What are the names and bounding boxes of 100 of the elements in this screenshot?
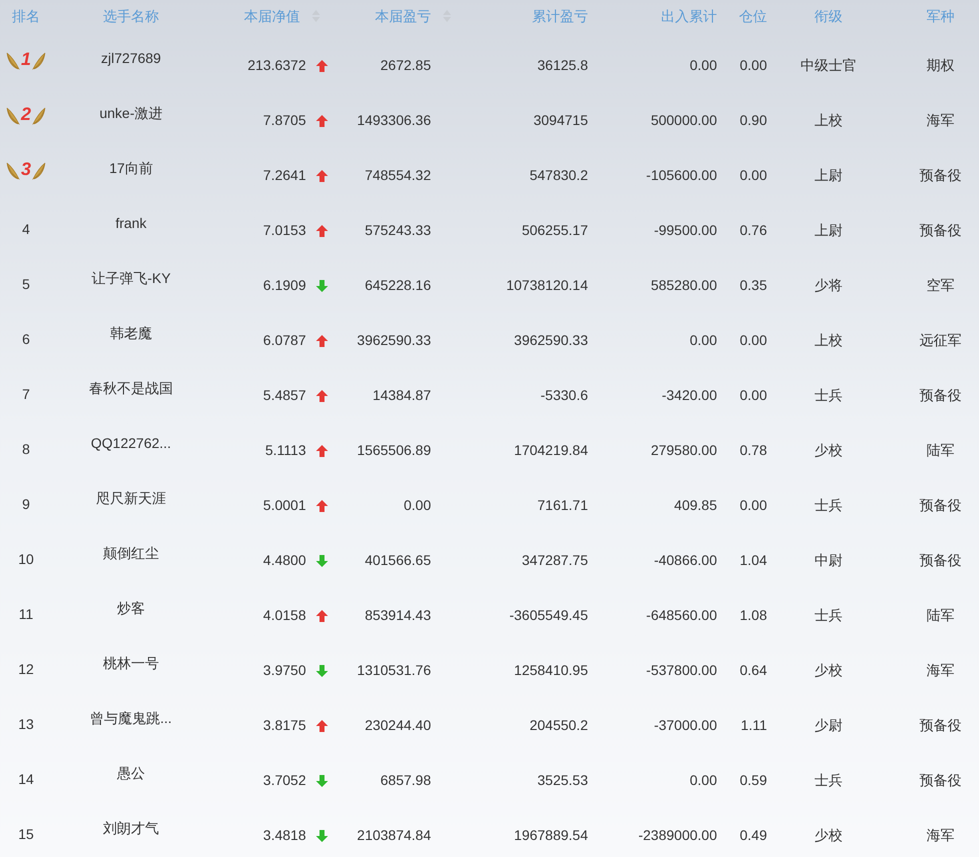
player-name[interactable]: 韩老魔 xyxy=(110,323,152,344)
table-cell-text: 空军 xyxy=(926,276,954,295)
player-name[interactable]: unke-激进 xyxy=(99,103,163,124)
rank-number: 5 xyxy=(22,275,30,294)
table-cell-text: 0.00 xyxy=(740,56,767,75)
table-cell-text: 3962590.33 xyxy=(514,331,588,350)
table-cell-text: 预备役 xyxy=(920,386,962,405)
rank-number: 13 xyxy=(18,715,34,734)
table-cell-text: 士兵 xyxy=(814,496,842,515)
table-cell-text: 347287.75 xyxy=(522,551,588,570)
table-cell-text: 0.00 xyxy=(690,771,717,790)
table-cell-text: 204550.2 xyxy=(530,716,588,735)
column-header: 排名 xyxy=(12,6,40,26)
table-cell-text: 748554.32 xyxy=(364,166,431,185)
player-name[interactable]: 17向前 xyxy=(109,158,153,179)
table-cell-text: 士兵 xyxy=(814,386,842,405)
table-cell-text: 3.7052 xyxy=(263,771,306,790)
table-cell-text: 0.64 xyxy=(740,661,767,680)
table-cell-text: 预备役 xyxy=(920,496,962,515)
table-cell-text: 7.0153 xyxy=(263,221,306,240)
table-cell-text: 海军 xyxy=(926,111,954,130)
table-cell-text: -648560.00 xyxy=(646,606,717,625)
table-cell-text: 213.6372 xyxy=(248,56,306,75)
table-cell-text: 5.1113 xyxy=(265,441,306,460)
table-cell-text: 少校 xyxy=(814,441,842,460)
table-cell-text: 士兵 xyxy=(814,771,842,790)
player-name[interactable]: zjl727689 xyxy=(101,48,161,69)
table-cell-text: 1258410.95 xyxy=(514,661,588,680)
table-cell-text: 230244.40 xyxy=(364,716,431,735)
table-cell-text: 3.9750 xyxy=(263,661,306,680)
table-cell-text: 0.00 xyxy=(690,56,717,75)
table-cell-text: 1493306.36 xyxy=(357,111,431,130)
table-cell-text: -99500.00 xyxy=(654,221,717,240)
table-cell-text: 5.4857 xyxy=(263,386,306,405)
table-cell-text: 1.11 xyxy=(740,716,767,735)
table-cell-text: 0.00 xyxy=(740,386,767,405)
player-name[interactable]: 曾与魔鬼跳... xyxy=(90,708,172,729)
table-cell-text: 6857.98 xyxy=(380,771,431,790)
rank-number: 7 xyxy=(22,385,30,404)
player-name[interactable]: 愚公 xyxy=(117,763,145,784)
table-cell-text: 少校 xyxy=(814,826,842,845)
rank-number: 10 xyxy=(18,550,34,569)
rank-number: 6 xyxy=(22,330,30,349)
rank-number: 2 xyxy=(20,103,31,126)
column-header: 仓位 xyxy=(739,6,767,26)
player-name[interactable]: 咫尺新天涯 xyxy=(96,488,166,509)
table-cell-text: 少校 xyxy=(814,661,842,680)
table-cell-text: 预备役 xyxy=(920,551,962,570)
table-cell-text: 401566.65 xyxy=(364,551,431,570)
table-cell-text: -2389000.00 xyxy=(638,826,717,845)
rank-number: 4 xyxy=(22,220,30,239)
column-header: 衔级 xyxy=(814,6,842,26)
table-cell-text: 1310531.76 xyxy=(357,661,431,680)
rank-number: 15 xyxy=(18,825,34,844)
table-cell-text: 0.00 xyxy=(740,331,767,350)
table-cell-text: 陆军 xyxy=(926,606,954,625)
player-name[interactable]: 炒客 xyxy=(117,598,145,619)
table-cell-text: 500000.00 xyxy=(650,111,717,130)
table-cell-text: 0.49 xyxy=(740,826,767,845)
column-header: 累计盈亏 xyxy=(532,6,588,26)
table-cell-text: 7161.71 xyxy=(537,496,588,515)
table-cell-text: 0.00 xyxy=(404,496,431,515)
table-cell-text: 预备役 xyxy=(920,166,962,185)
table-cell-text: 0.00 xyxy=(690,331,717,350)
table-cell-text: 3525.53 xyxy=(537,771,588,790)
table-cell-text: 少将 xyxy=(814,276,842,295)
table-cell-text: 279580.00 xyxy=(650,441,717,460)
table-cell-text: 506255.17 xyxy=(522,221,588,240)
table-cell-text: 7.8705 xyxy=(263,111,306,130)
table-cell-text: 4.4800 xyxy=(263,551,306,570)
table-cell-text: 6.1909 xyxy=(263,276,306,295)
table-cell-text: 853914.43 xyxy=(364,606,431,625)
player-name[interactable]: 让子弹飞-KY xyxy=(91,268,171,289)
player-name[interactable]: 刘朗才气 xyxy=(103,818,159,839)
table-cell-text: -5330.6 xyxy=(540,386,588,405)
table-cell-text: 0.00 xyxy=(740,496,767,515)
table-cell-text: 上尉 xyxy=(814,166,842,185)
player-name[interactable]: 桃林一号 xyxy=(103,653,159,674)
table-cell-text: -3420.00 xyxy=(662,386,717,405)
table-cell-text: -40866.00 xyxy=(654,551,717,570)
table-cell-text: 0.76 xyxy=(740,221,767,240)
table-cell-text: 0.59 xyxy=(740,771,767,790)
player-name[interactable]: QQ122762... xyxy=(90,433,172,454)
table-cell-text: 中级士官 xyxy=(800,56,856,75)
table-cell-text: 上校 xyxy=(814,111,842,130)
player-name[interactable]: 颠倒红尘 xyxy=(103,543,159,564)
table-cell-text: 2103874.84 xyxy=(357,826,431,845)
table-cell-text: 士兵 xyxy=(814,606,842,625)
table-cell-text: 0.90 xyxy=(740,111,767,130)
table-cell-text: 1704219.84 xyxy=(514,441,588,460)
player-name[interactable]: 春秋不是战国 xyxy=(89,378,173,399)
player-name[interactable]: frank xyxy=(115,213,147,234)
rank-number: 8 xyxy=(22,440,30,459)
table-cell-text: -3605549.45 xyxy=(509,606,588,625)
table-cell-text: 1565506.89 xyxy=(357,441,431,460)
table-cell-text: 1.08 xyxy=(740,606,767,625)
table-cell-text: 预备役 xyxy=(920,221,962,240)
table-cell-text: 海军 xyxy=(926,661,954,680)
table-cell-text: 10738120.14 xyxy=(506,276,588,295)
table-cell-text: 547830.2 xyxy=(530,166,588,185)
